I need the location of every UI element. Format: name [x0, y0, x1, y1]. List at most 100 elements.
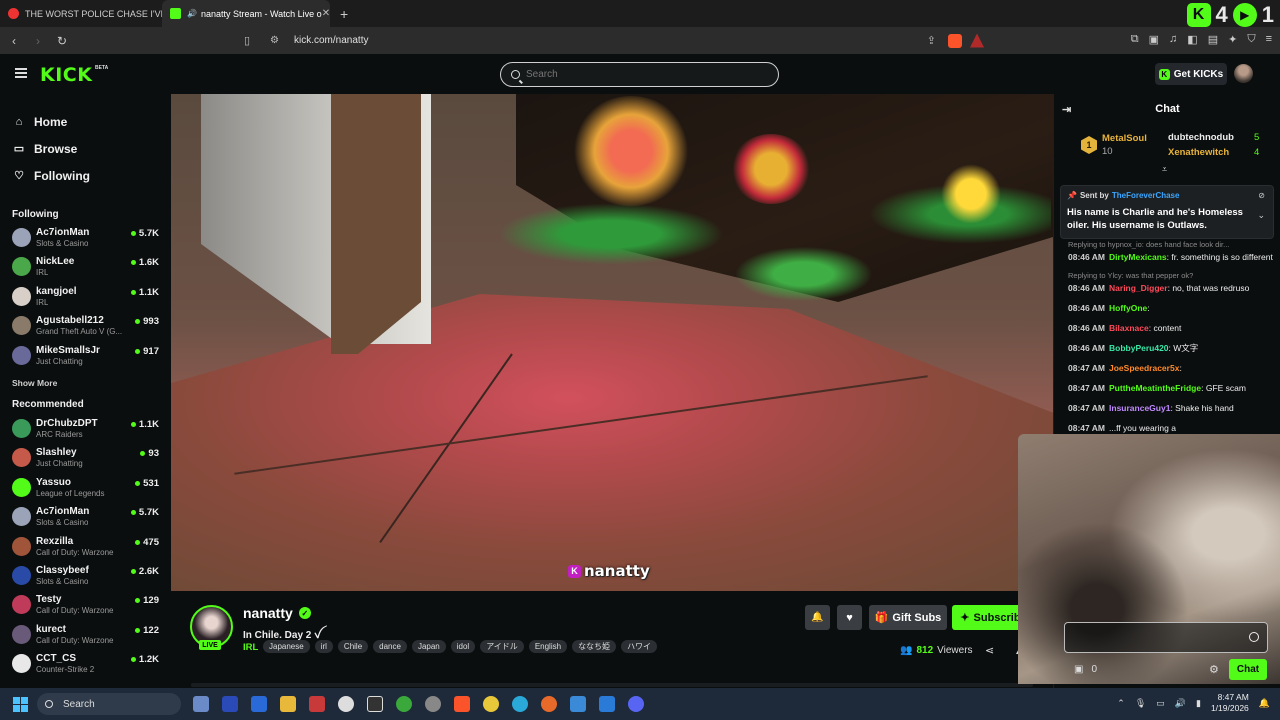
channel-item[interactable]: kangjoel IRL 1.1K [0, 282, 170, 311]
app-icon[interactable] [338, 696, 354, 712]
url-text[interactable]: kick.com/nanatty [294, 35, 368, 46]
wallet-icon[interactable]: ▤ [1208, 33, 1218, 46]
kick-logo[interactable]: KICK [40, 64, 92, 86]
volume-icon[interactable]: 🔊 [1175, 698, 1186, 709]
stream-tag[interactable]: English [528, 640, 568, 653]
chat-input[interactable] [1064, 622, 1268, 653]
channel-item[interactable]: NickLee IRL 1.6K [0, 252, 170, 281]
share-icon[interactable]: ⇪ [927, 34, 936, 47]
close-tab-icon[interactable]: ✕ [322, 8, 330, 19]
app-icon[interactable] [570, 696, 586, 712]
screenshot-icon[interactable]: ▣ [1149, 33, 1159, 46]
message-username[interactable]: HoffyOne [1109, 303, 1147, 313]
network-icon[interactable]: ▭ [1156, 698, 1165, 709]
message-username[interactable]: PuttheMeatintheFridge [1109, 383, 1201, 393]
notifications-icon[interactable]: 🔔 [1259, 698, 1270, 709]
follow-button[interactable]: ♥ [837, 605, 862, 630]
channel-item[interactable]: kurect Call of Duty: Warzone 122 [0, 620, 170, 649]
edge-icon[interactable] [512, 696, 528, 712]
message-username[interactable]: Bilaxnace [1109, 323, 1149, 333]
battery-icon[interactable]: ▮ [1196, 698, 1201, 709]
streamer-name[interactable]: nanatty [243, 605, 293, 621]
nav-item-home[interactable]: ⌂ Home [0, 108, 170, 135]
second-name[interactable]: dubtechnodub [1168, 132, 1234, 143]
channel-item[interactable]: Slashley Just Chatting 93 [0, 443, 170, 472]
emoji-icon[interactable] [1249, 632, 1259, 642]
stream-tag[interactable]: アイドル [480, 640, 524, 653]
brave-shields-icon[interactable] [948, 33, 962, 48]
unpin-icon[interactable]: ⊘ [1258, 191, 1265, 200]
message-username[interactable]: InsuranceGuy1 [1109, 403, 1170, 413]
message-username[interactable]: Naring_Digger [1109, 283, 1168, 293]
third-name[interactable]: Xenathewitch [1168, 147, 1229, 158]
stream-tag[interactable]: idol [450, 640, 476, 653]
chrome-icon[interactable] [483, 696, 499, 712]
app-icon[interactable] [222, 696, 238, 712]
channel-item[interactable]: MikeSmallsJr Just Chatting 917 [0, 341, 170, 370]
stream-tag[interactable]: ななち姫 [572, 640, 617, 653]
taskbar-search[interactable]: Search [37, 693, 181, 715]
stream-tag[interactable]: Chile [337, 640, 369, 653]
send-chat-button[interactable]: Chat [1229, 659, 1267, 680]
channel-item[interactable]: Ac7ionMan Slots & Casino 5.7K [0, 223, 170, 252]
stream-tag[interactable]: Japan [411, 640, 446, 653]
folder-icon[interactable] [280, 696, 296, 712]
expand-leaderboard-icon[interactable]: ⩡ [1162, 164, 1167, 175]
app-icon[interactable] [309, 696, 325, 712]
gift-subs-button[interactable]: 🎁 Gift Subs [869, 605, 947, 630]
channel-item[interactable]: Classybeef Slots & Casino 2.6K [0, 561, 170, 590]
channel-item[interactable]: Testy Call of Duty: Warzone 129 [0, 590, 170, 619]
channel-item[interactable]: DrChubzDPT ARC Raiders 1.1K [0, 414, 170, 443]
forward-icon[interactable]: › [28, 34, 48, 48]
search-input[interactable] [526, 69, 746, 80]
show-more-button[interactable]: Show More [0, 370, 170, 396]
get-kicks-button[interactable]: K Get KICKs [1155, 63, 1227, 85]
channel-item[interactable]: Yassuo League of Legends 531 [0, 473, 170, 502]
channel-points[interactable]: ▣ 0 [1074, 664, 1097, 675]
stream-tag[interactable]: dance [373, 640, 407, 653]
vscode-icon[interactable] [599, 696, 615, 712]
site-settings-icon[interactable]: ⚙ [270, 35, 290, 46]
url-bar[interactable]: ▯ ⚙ kick.com/nanatty ⇪ [244, 30, 994, 51]
stream-category[interactable]: IRL [243, 642, 258, 653]
channel-item[interactable]: Ac7ionMan Slots & Casino 5.7K [0, 502, 170, 531]
channel-item[interactable]: CCT_CS Counter-Strike 2 1.2K [0, 649, 170, 678]
windows-start-icon[interactable] [13, 697, 28, 712]
chat-settings-icon[interactable]: ⚙ [1209, 663, 1219, 676]
app-icon[interactable] [251, 696, 267, 712]
stream-tag[interactable]: ハワイ [621, 640, 658, 653]
collapse-chat-icon[interactable]: ⇥ [1062, 103, 1071, 116]
stream-tag[interactable]: irl [314, 640, 333, 653]
share-icon[interactable]: ⋖ [985, 644, 994, 657]
message-username[interactable]: DirtyMexicans [1109, 252, 1167, 262]
message-username[interactable]: BobbyPeru420 [1109, 343, 1169, 353]
hamburger-menu-icon[interactable] [15, 68, 27, 78]
pinned-username[interactable]: TheForeverChase [1112, 191, 1180, 200]
new-tab-button[interactable]: + [340, 6, 348, 22]
leo-ai-icon[interactable]: ✦ [1228, 33, 1237, 46]
firefox-icon[interactable] [541, 696, 557, 712]
stream-tag[interactable]: Japanese [263, 640, 310, 653]
channel-item[interactable]: Agustabell212 Grand Theft Auto V (G... 993 [0, 311, 170, 340]
chevron-up-icon[interactable]: ⌃ [1117, 698, 1125, 709]
vpn-icon[interactable]: ⛉ [1247, 33, 1255, 46]
back-icon[interactable]: ‹ [4, 34, 24, 48]
extensions-icon[interactable]: ⧉ [1131, 33, 1139, 46]
message-username[interactable]: JoeSpeedracer5x [1109, 363, 1179, 373]
app-icon[interactable] [396, 696, 412, 712]
app-icon[interactable] [425, 696, 441, 712]
nav-item-following[interactable]: ♡ Following [0, 162, 170, 189]
notifications-button[interactable]: 🔔 [805, 605, 830, 630]
browser-tab-active[interactable]: 🔊 nanatty Stream - Watch Live o ✕ [162, 0, 330, 27]
nav-item-browse[interactable]: ▭ Browse [0, 135, 170, 162]
discord-icon[interactable] [628, 696, 644, 712]
kick-extension-icon[interactable]: K [1186, 3, 1211, 27]
music-icon[interactable]: ♫ [1169, 33, 1177, 46]
mic-icon[interactable]: 🎙 [1135, 698, 1146, 709]
user-avatar[interactable] [1234, 64, 1253, 83]
channel-item[interactable]: Rexzilla Call of Duty: Warzone 475 [0, 532, 170, 561]
menu-icon[interactable]: ≡ [1266, 33, 1272, 46]
leader-name[interactable]: MetalSoul [1102, 133, 1147, 144]
video-player[interactable]: K nanatty [171, 94, 1053, 591]
sidebar-icon[interactable]: ◧ [1187, 33, 1197, 46]
